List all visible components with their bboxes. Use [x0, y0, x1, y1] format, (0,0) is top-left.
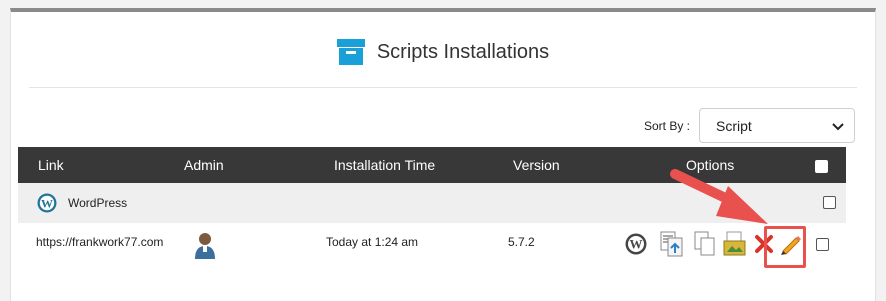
chevron-down-icon — [832, 118, 844, 134]
svg-text:W: W — [630, 237, 643, 252]
page-header: Scripts Installations — [11, 32, 875, 72]
group-checkbox[interactable] — [823, 196, 836, 209]
annotation-arrow — [670, 169, 768, 224]
wordpress-admin-icon[interactable]: W — [625, 233, 647, 258]
sort-label: Sort By : — [643, 118, 690, 133]
row-checkbox[interactable] — [816, 238, 829, 251]
column-header-link: Link — [38, 157, 64, 173]
installation-time: Today at 1:24 am — [326, 235, 419, 249]
backup-icon[interactable] — [660, 231, 684, 260]
select-all-checkbox[interactable] — [815, 160, 828, 173]
staging-icon[interactable] — [723, 231, 747, 260]
divider — [29, 87, 857, 88]
edit-highlight-box — [764, 226, 806, 268]
column-header-admin: Admin — [184, 157, 224, 173]
clone-icon[interactable] — [694, 231, 716, 260]
sort-control: Sort By : Script — [644, 108, 855, 143]
column-header-version: Version — [513, 157, 560, 173]
svg-text:W: W — [41, 196, 53, 210]
box-icon — [336, 39, 365, 65]
sort-select[interactable]: Script — [699, 108, 855, 143]
admin-user-icon[interactable] — [193, 231, 217, 262]
wordpress-logo-icon: W — [37, 193, 57, 216]
column-header-installation-time: Installation Time — [334, 157, 436, 173]
table-row: https://frankwork77.com Today at 1:24 am… — [18, 223, 846, 267]
installation-link[interactable]: https://frankwork77.com — [36, 235, 163, 249]
page-title: Scripts Installations — [376, 40, 550, 63]
group-name: WordPress — [68, 196, 128, 210]
sort-select-value: Script — [716, 117, 752, 134]
version: 5.7.2 — [508, 235, 535, 249]
